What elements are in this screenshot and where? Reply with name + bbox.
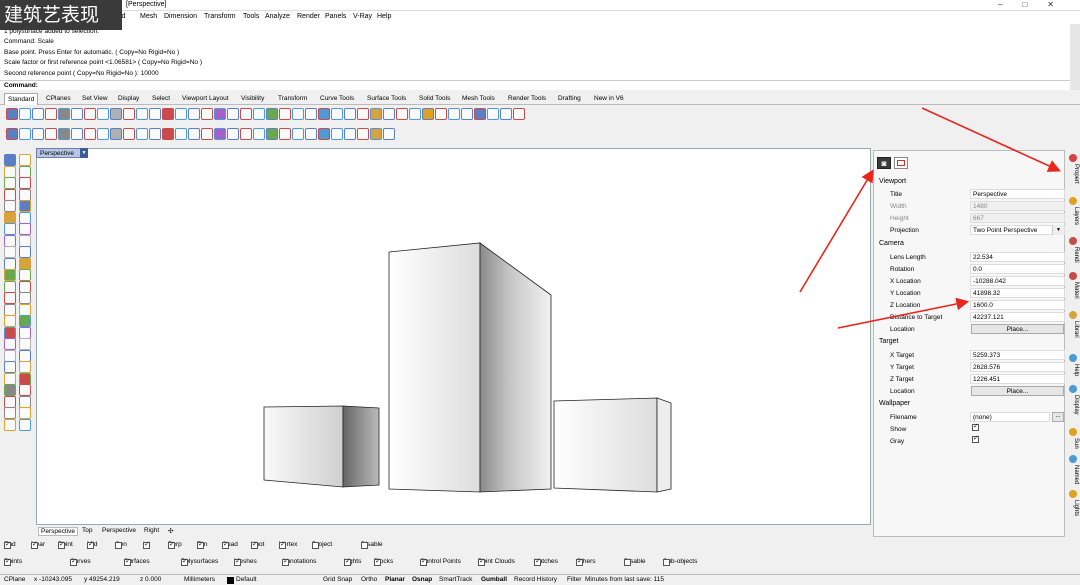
annotation-arrows: [799, 107, 1061, 329]
arrow-to-properties-tab: [921, 107, 1061, 172]
arrow-to-z-location: [837, 297, 970, 329]
arrow-to-camera-icon: [799, 169, 874, 293]
watermark: 建筑艺表现: [0, 0, 122, 30]
